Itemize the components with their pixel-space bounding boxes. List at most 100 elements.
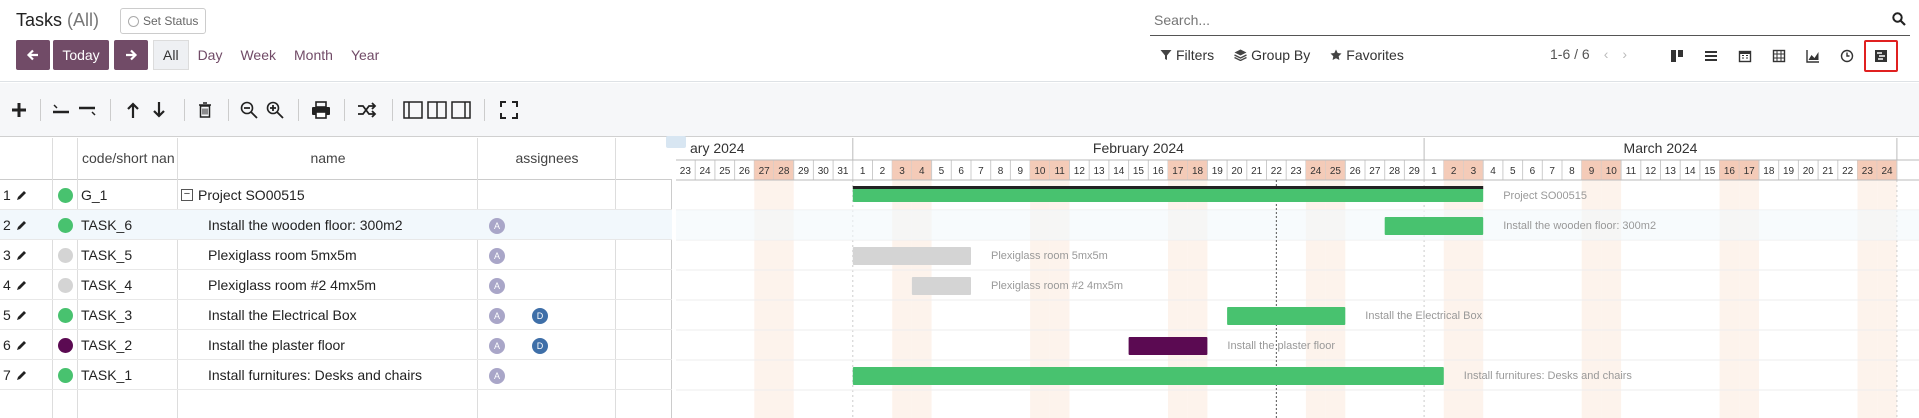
previous-button[interactable]: [16, 40, 50, 70]
show-chart-only-button[interactable]: [448, 97, 474, 123]
edit-pencil-icon[interactable]: [16, 250, 27, 261]
status-dot[interactable]: [58, 248, 73, 263]
toolbar-separator: [298, 99, 299, 121]
status-dot[interactable]: [58, 338, 73, 353]
next-button[interactable]: [114, 40, 148, 70]
table-row[interactable]: 4 TASK_4 Plexiglass room #2 4mx5m A: [0, 270, 672, 300]
assignee-avatar[interactable]: A: [489, 368, 505, 384]
task-bar-label: Install the Electrical Box: [1365, 310, 1482, 322]
scale-month[interactable]: Month: [285, 40, 342, 70]
table-row[interactable]: 3 TASK_5 Plexiglass room 5mx5m A: [0, 240, 672, 270]
task-bar[interactable]: [1384, 217, 1484, 235]
search-icon[interactable]: [1892, 12, 1906, 26]
activity-view-button[interactable]: [1830, 40, 1864, 72]
critical-path-button[interactable]: [354, 97, 380, 123]
fullscreen-button[interactable]: [496, 97, 522, 123]
assignee-avatar[interactable]: D: [532, 308, 548, 324]
day-label: 20: [1803, 166, 1815, 177]
print-button[interactable]: [308, 97, 334, 123]
day-label: 18: [1763, 166, 1775, 177]
pager-next-icon[interactable]: ›: [1622, 46, 1627, 62]
pager-value[interactable]: 1-6 / 6: [1550, 46, 1590, 62]
favorites-button[interactable]: Favorites: [1330, 47, 1404, 63]
task-name: Install furnitures: Desks and chairs: [208, 367, 422, 383]
edit-pencil-icon[interactable]: [16, 190, 27, 201]
status-dot[interactable]: [58, 308, 73, 323]
calendar-view-button[interactable]: [1728, 40, 1762, 72]
show-grid-only-button[interactable]: [400, 97, 426, 123]
today-button[interactable]: Today: [53, 40, 109, 70]
indent-button[interactable]: [48, 97, 74, 123]
search-input[interactable]: [1154, 12, 1854, 28]
task-bar[interactable]: [852, 188, 1484, 202]
filters-button[interactable]: Filters: [1160, 47, 1214, 63]
column-header-code[interactable]: code/short nan: [62, 150, 180, 166]
table-row[interactable]: 6 TASK_2 Install the plaster floor A D: [0, 330, 672, 360]
list-view-button[interactable]: [1694, 40, 1728, 72]
month-label: February 2024: [1093, 140, 1184, 156]
move-down-button[interactable]: [146, 97, 172, 123]
scale-year[interactable]: Year: [342, 40, 388, 70]
toolbar-separator: [392, 99, 393, 121]
day-label: 13: [1665, 166, 1677, 177]
assignee-avatar[interactable]: A: [489, 308, 505, 324]
zoom-out-button[interactable]: [236, 97, 262, 123]
outdent-button[interactable]: [74, 97, 100, 123]
print-icon: [312, 101, 330, 119]
row-number: 3: [3, 247, 11, 263]
zoom-in-button[interactable]: [262, 97, 288, 123]
task-bar[interactable]: [1227, 307, 1346, 325]
edit-pencil-icon[interactable]: [16, 220, 27, 231]
assignee-avatar[interactable]: A: [489, 248, 505, 264]
add-task-button[interactable]: [6, 97, 32, 123]
task-bar[interactable]: [911, 277, 971, 295]
move-up-button[interactable]: [120, 97, 146, 123]
assignee-avatar[interactable]: D: [532, 338, 548, 354]
panel-left-icon: [403, 101, 423, 119]
panel-split-icon: [427, 101, 447, 119]
scale-day[interactable]: Day: [189, 40, 232, 70]
status-dot[interactable]: [58, 188, 73, 203]
graph-view-button[interactable]: [1796, 40, 1830, 72]
page-title: Tasks (All): [16, 10, 99, 31]
table-row[interactable]: 2 TASK_6 Install the wooden floor: 300m2 A: [0, 210, 672, 240]
task-bar[interactable]: [1128, 337, 1208, 355]
edit-pencil-icon[interactable]: [16, 370, 27, 381]
scale-all[interactable]: All: [153, 40, 189, 70]
scale-week[interactable]: Week: [231, 40, 285, 70]
table-row[interactable]: 5 TASK_3 Install the Electrical Box A D: [0, 300, 672, 330]
delete-button[interactable]: [192, 97, 218, 123]
task-bar[interactable]: [852, 367, 1444, 385]
day-label: 25: [719, 166, 731, 177]
task-bar[interactable]: [852, 247, 971, 265]
table-row[interactable]: 7 TASK_1 Install furnitures: Desks and cha…: [0, 360, 672, 390]
status-dot[interactable]: [58, 218, 73, 233]
column-header-assignees[interactable]: assignees: [478, 150, 616, 166]
assignee-avatar[interactable]: A: [489, 338, 505, 354]
set-status-button[interactable]: Set Status: [120, 8, 207, 34]
status-dot[interactable]: [58, 368, 73, 383]
collapse-toggle-icon[interactable]: −: [181, 189, 193, 201]
day-label: 11: [1054, 166, 1065, 177]
gantt-view-button[interactable]: [1864, 40, 1898, 72]
gantt-chart-svg: 23 24 25 26 27 28 29 30 31ary 20241 2 3 4 5 6 7 8 9 10 11 1…: [676, 138, 1919, 418]
status-dot[interactable]: [58, 278, 73, 293]
assignee-avatar[interactable]: A: [489, 278, 505, 294]
day-label: 20: [1231, 166, 1243, 177]
table-row[interactable]: 1 G_1 − Project SO00515: [0, 180, 672, 210]
row-number: 1: [3, 187, 11, 203]
pivot-view-button[interactable]: [1762, 40, 1796, 72]
edit-pencil-icon[interactable]: [16, 280, 27, 291]
task-name: Plexiglass room 5mx5m: [208, 247, 357, 263]
task-code: TASK_2: [81, 337, 133, 353]
show-both-button[interactable]: [424, 97, 450, 123]
column-header-name[interactable]: name: [178, 150, 478, 166]
edit-pencil-icon[interactable]: [16, 310, 27, 321]
group-by-button[interactable]: Group By: [1234, 47, 1310, 63]
set-status-label: Set Status: [143, 14, 199, 28]
edit-pencil-icon[interactable]: [16, 340, 27, 351]
kanban-view-button[interactable]: [1660, 40, 1694, 72]
day-label: 5: [1510, 166, 1516, 177]
pager-previous-icon[interactable]: ‹: [1604, 46, 1609, 62]
assignee-avatar[interactable]: A: [489, 218, 505, 234]
